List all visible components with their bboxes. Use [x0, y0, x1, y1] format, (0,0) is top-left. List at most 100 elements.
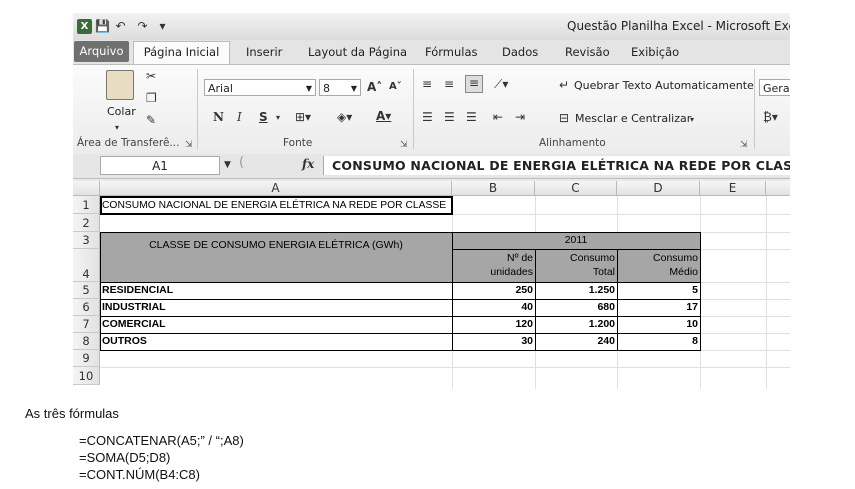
- gridline: [100, 367, 790, 368]
- row-header-3[interactable]: 3: [73, 232, 100, 249]
- chevron-down-icon[interactable]: ▾: [276, 111, 280, 125]
- align-middle-icon[interactable]: ≡: [444, 77, 454, 91]
- cell-a7[interactable]: COMERCIAL: [102, 316, 166, 333]
- class-header-cell[interactable]: CLASSE DE CONSUMO ENERGIA ELÉTRICA (GWh): [100, 232, 452, 282]
- column-header-b[interactable]: B: [452, 181, 535, 196]
- cell-a6[interactable]: INDUSTRIAL: [102, 299, 166, 316]
- undo-icon[interactable]: ↶: [113, 19, 128, 34]
- bold-button[interactable]: N: [213, 110, 224, 124]
- italic-button[interactable]: I: [237, 110, 242, 124]
- cell-b6[interactable]: 40: [452, 299, 535, 316]
- cut-icon[interactable]: ✂: [146, 69, 156, 83]
- select-all-corner[interactable]: [73, 181, 100, 196]
- number-format-combo[interactable]: Geral: [759, 79, 790, 96]
- cell-c6[interactable]: 680: [535, 299, 617, 316]
- cell-b7[interactable]: 120: [452, 316, 535, 333]
- row-header-4[interactable]: 4: [73, 249, 100, 282]
- excel-logo-icon[interactable]: X: [77, 19, 92, 34]
- customize-quick-access-icon[interactable]: ▾: [155, 19, 170, 34]
- cell-a5[interactable]: RESIDENCIAL: [102, 282, 173, 299]
- row-header-1[interactable]: 1: [73, 196, 100, 214]
- tab-inserir[interactable]: Inserir: [246, 42, 282, 62]
- format-painter-icon[interactable]: ✎: [146, 113, 156, 127]
- chevron-down-icon[interactable]: ▾: [690, 113, 694, 127]
- decrease-indent-icon[interactable]: ⇤: [493, 110, 503, 124]
- merge-center-icon[interactable]: ⊟: [559, 111, 569, 125]
- cell-c7[interactable]: 1.200: [535, 316, 617, 333]
- copy-icon[interactable]: ❐: [146, 91, 157, 105]
- tab-layout-da-pagina[interactable]: Layout da Página: [308, 42, 407, 62]
- font-size-combo[interactable]: 8 ▼: [319, 79, 361, 96]
- row-header-6[interactable]: 6: [73, 299, 100, 316]
- tab-formulas[interactable]: Fórmulas: [425, 42, 478, 62]
- tab-arquivo[interactable]: Arquivo: [74, 41, 129, 62]
- ribbon-tabs: Arquivo Página Inicial Inserir Layout da…: [73, 40, 790, 65]
- cell-c5[interactable]: 1.250: [535, 282, 617, 299]
- formula-input[interactable]: CONSUMO NACIONAL DE ENERGIA ELÉTRICA NA …: [323, 156, 790, 175]
- font-name-combo[interactable]: Arial ▼: [204, 79, 316, 96]
- alignment-group-label: Alinhamento: [539, 137, 606, 149]
- column-header-a[interactable]: A: [100, 181, 452, 196]
- cell-d4-line2: Médio: [669, 266, 698, 278]
- borders-icon[interactable]: ⊞▾: [295, 110, 311, 124]
- font-color-icon[interactable]: A▾: [376, 109, 391, 123]
- wrap-text-button[interactable]: Quebrar Texto Automaticamente: [574, 79, 754, 92]
- formula-bar: A1 ▼ ( fx CONSUMO NACIONAL DE ENERGIA EL…: [73, 154, 790, 179]
- cell-b5[interactable]: 250: [452, 282, 535, 299]
- row-header-9[interactable]: 9: [73, 350, 100, 367]
- cell-d7[interactable]: 10: [617, 316, 700, 333]
- formula-2: =SOMA(D5;D8): [79, 450, 171, 465]
- row-header-10[interactable]: 10: [73, 367, 100, 385]
- redo-icon[interactable]: ↷: [135, 19, 150, 34]
- column-header-f[interactable]: [766, 181, 790, 196]
- tab-dados[interactable]: Dados: [502, 42, 538, 62]
- cell-d5[interactable]: 5: [617, 282, 700, 299]
- row-header-5[interactable]: 5: [73, 282, 100, 299]
- shrink-font-icon[interactable]: A˅: [389, 80, 402, 94]
- save-icon[interactable]: 💾: [95, 19, 110, 34]
- active-cell-border: [100, 196, 453, 215]
- align-left-icon[interactable]: ☰: [422, 110, 433, 124]
- table-border: [100, 232, 101, 351]
- paste-dropdown-icon[interactable]: ▾: [115, 121, 119, 135]
- row-header-2[interactable]: 2: [73, 214, 100, 232]
- cell-c8[interactable]: 240: [535, 333, 617, 350]
- align-center-icon[interactable]: ☰: [444, 110, 455, 124]
- paste-label[interactable]: Colar: [107, 105, 136, 118]
- font-launcher-icon[interactable]: ⇲: [400, 140, 408, 150]
- merge-center-button[interactable]: Mesclar e Centralizar: [575, 112, 691, 125]
- year-header-cell[interactable]: 2011: [452, 232, 700, 249]
- cancel-edit-icon[interactable]: (: [239, 156, 244, 170]
- align-right-icon[interactable]: ☰: [466, 110, 477, 124]
- fill-color-icon[interactable]: ◈▾: [337, 110, 352, 124]
- insert-function-icon[interactable]: fx: [302, 157, 314, 171]
- tab-pagina-inicial[interactable]: Página Inicial: [133, 41, 230, 65]
- grow-font-icon[interactable]: A˄: [367, 80, 382, 94]
- name-box[interactable]: A1: [100, 156, 220, 175]
- accounting-format-icon[interactable]: ₿▾: [763, 110, 778, 124]
- column-header-e[interactable]: E: [700, 181, 766, 196]
- wrap-text-icon[interactable]: ↵: [559, 78, 569, 92]
- increase-indent-icon[interactable]: ⇥: [515, 110, 525, 124]
- tab-revisao[interactable]: Revisão: [565, 42, 610, 62]
- align-top-icon[interactable]: ≡: [422, 77, 432, 91]
- group-separator: [754, 69, 755, 149]
- row-header-7[interactable]: 7: [73, 316, 100, 333]
- cell-d8[interactable]: 8: [617, 333, 700, 350]
- cell-d6[interactable]: 17: [617, 299, 700, 316]
- paste-icon[interactable]: [106, 70, 134, 100]
- cell-a8[interactable]: OUTROS: [102, 333, 147, 350]
- underline-button[interactable]: S: [259, 110, 268, 124]
- orientation-icon[interactable]: ⟋▾: [494, 77, 508, 91]
- clipboard-launcher-icon[interactable]: ⇲: [185, 140, 193, 150]
- column-header-d[interactable]: D: [617, 181, 700, 196]
- gridline: [766, 196, 767, 389]
- table-border: [452, 232, 453, 351]
- row-header-8[interactable]: 8: [73, 333, 100, 350]
- name-box-dropdown-icon[interactable]: ▼: [224, 158, 231, 172]
- alignment-launcher-icon[interactable]: ⇲: [740, 140, 748, 150]
- column-header-c[interactable]: C: [535, 181, 617, 196]
- tab-exibicao[interactable]: Exibição: [631, 42, 679, 62]
- align-bottom-icon[interactable]: ≡: [465, 75, 483, 93]
- cell-b8[interactable]: 30: [452, 333, 535, 350]
